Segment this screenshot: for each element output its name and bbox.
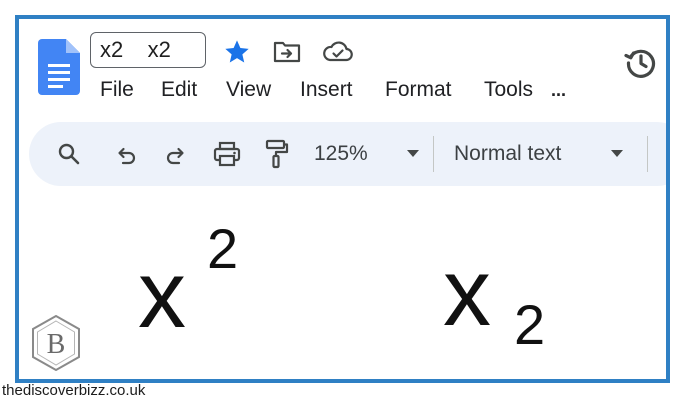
move-to-folder-icon[interactable] bbox=[273, 40, 301, 64]
chevron-down-icon[interactable] bbox=[611, 150, 623, 158]
zoom-select[interactable]: 125% bbox=[314, 141, 368, 167]
menu-insert[interactable]: Insert bbox=[300, 77, 353, 103]
menu-tools[interactable]: Tools bbox=[484, 77, 533, 103]
site-logo: B bbox=[32, 315, 80, 371]
version-history-icon[interactable] bbox=[623, 45, 659, 81]
subscript-index: 2 bbox=[514, 293, 546, 356]
docs-window: x2 x2 File Edit View Insert Format Tools… bbox=[15, 15, 670, 383]
star-icon[interactable] bbox=[223, 38, 251, 66]
undo-icon[interactable] bbox=[115, 144, 137, 166]
google-docs-icon[interactable] bbox=[38, 39, 80, 95]
watermark-url: thediscoverbizz.co.uk bbox=[2, 382, 146, 399]
menu-format[interactable]: Format bbox=[385, 77, 452, 103]
chevron-down-icon[interactable] bbox=[407, 150, 419, 158]
toolbar: 125% Normal text bbox=[29, 122, 666, 186]
print-icon[interactable] bbox=[213, 141, 241, 167]
toolbar-divider bbox=[433, 136, 434, 172]
redo-icon[interactable] bbox=[165, 144, 187, 166]
paint-format-icon[interactable] bbox=[265, 139, 289, 169]
menu-file[interactable]: File bbox=[100, 77, 134, 103]
subscript-base: x bbox=[443, 239, 491, 346]
menu-more[interactable]: ... bbox=[551, 77, 566, 103]
svg-text:B: B bbox=[47, 329, 66, 360]
superscript-exponent: 2 bbox=[207, 217, 239, 280]
toolbar-divider bbox=[647, 136, 648, 172]
cloud-saved-icon[interactable] bbox=[322, 40, 354, 64]
menu-edit[interactable]: Edit bbox=[161, 77, 197, 103]
superscript-base: x bbox=[138, 241, 186, 348]
search-icon[interactable] bbox=[57, 142, 81, 166]
menu-view[interactable]: View bbox=[226, 77, 271, 103]
document-title-input[interactable]: x2 x2 bbox=[90, 32, 206, 68]
paragraph-style-select[interactable]: Normal text bbox=[454, 141, 561, 167]
